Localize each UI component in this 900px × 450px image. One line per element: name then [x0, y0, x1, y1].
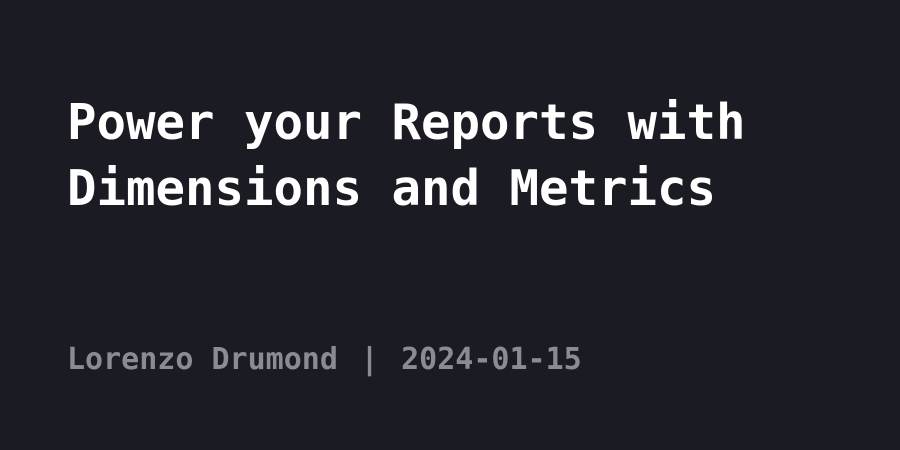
author-name: Lorenzo Drumond — [67, 342, 338, 377]
post-title: Power your Reports with Dimensions and M… — [67, 94, 746, 217]
meta-separator: | — [360, 342, 379, 377]
post-meta: Lorenzo Drumond | 2024-01-15 — [67, 340, 582, 380]
post-preview-card: Power your Reports with Dimensions and M… — [0, 0, 900, 450]
publish-date: 2024-01-15 — [401, 342, 582, 377]
